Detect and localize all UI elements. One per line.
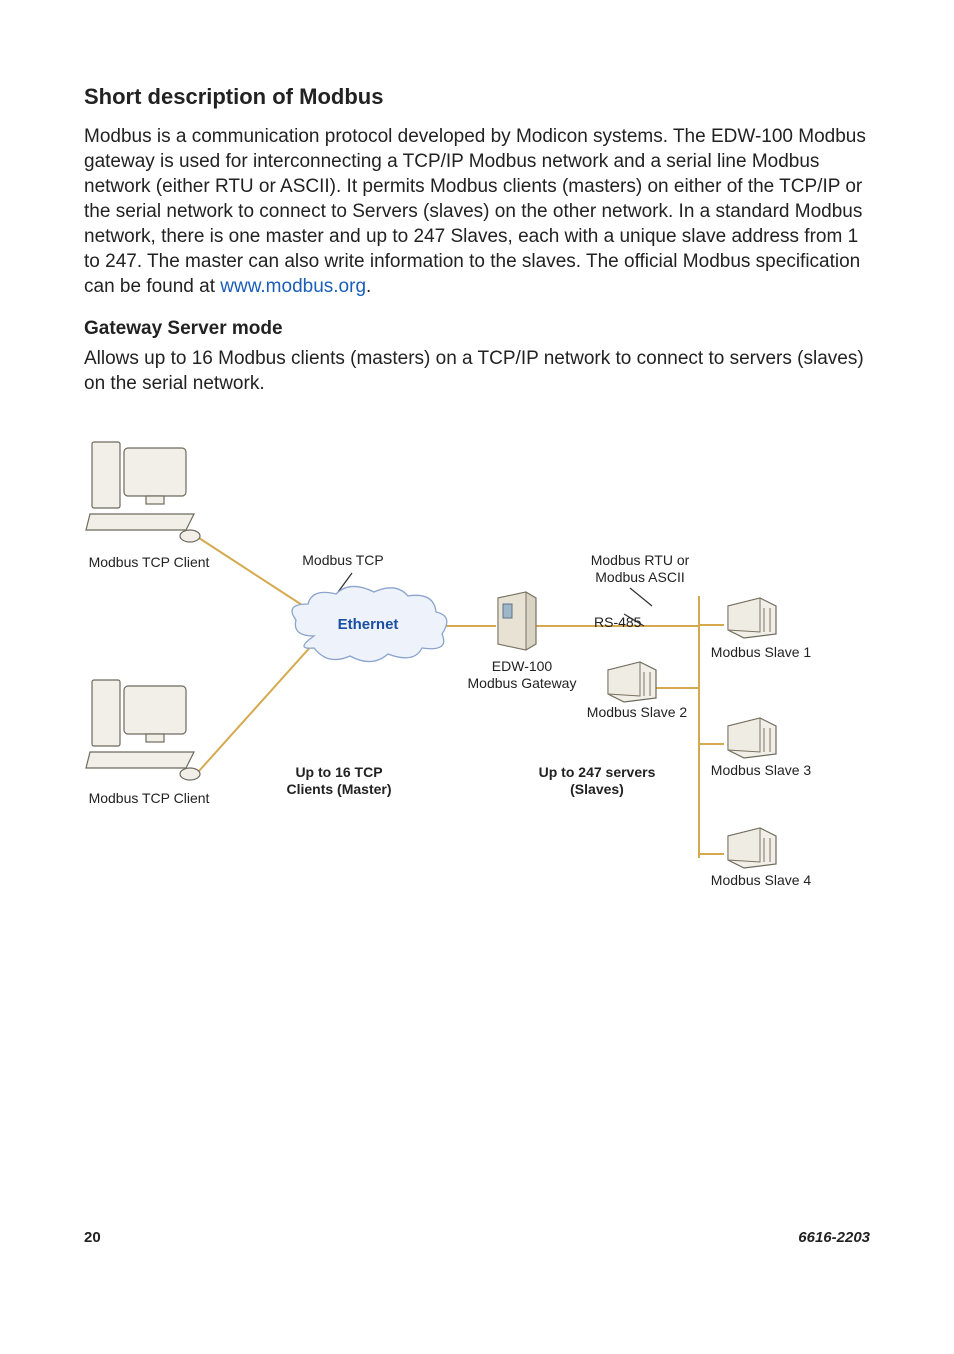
network-diagram: Ethernet Modbus TCP Client Modbus TCP Cl… xyxy=(84,436,870,956)
edw100-label-1: EDW-100 xyxy=(492,658,552,674)
client-top-label: Modbus TCP Client xyxy=(84,554,214,571)
section-paragraph: Modbus is a communication protocol devel… xyxy=(84,124,870,300)
slave-device-icon xyxy=(724,716,780,760)
section-heading: Short description of Modbus xyxy=(84,84,870,110)
slave1-label: Modbus Slave 1 xyxy=(706,644,816,661)
pc-icon xyxy=(86,436,206,546)
slave-device-icon xyxy=(604,660,660,704)
rtu-label-1: Modbus RTU or xyxy=(591,552,690,568)
pc-icon xyxy=(86,674,206,784)
ethernet-label: Ethernet xyxy=(284,616,452,633)
slave4-label: Modbus Slave 4 xyxy=(706,872,816,889)
subsection-paragraph: Allows up to 16 Modbus clients (masters)… xyxy=(84,346,870,396)
slave3-label: Modbus Slave 3 xyxy=(706,762,816,779)
body-text: Modbus is a communication protocol devel… xyxy=(84,126,866,297)
clients-label-2: Clients (Master) xyxy=(286,781,391,797)
rtu-label-2: Modbus ASCII xyxy=(595,569,685,585)
modbus-tcp-label: Modbus TCP xyxy=(294,552,392,569)
clients-label-1: Up to 16 TCP xyxy=(295,764,382,780)
rs485-label: RS-485 xyxy=(594,614,664,631)
gateway-icon xyxy=(492,592,540,650)
body-text-tail: . xyxy=(366,276,371,297)
modbus-org-link[interactable]: www.modbus.org xyxy=(220,276,366,297)
page-footer: 20 6616-2203 xyxy=(84,1229,870,1246)
edw100-label-2: Modbus Gateway xyxy=(468,675,577,691)
slave2-label: Modbus Slave 2 xyxy=(582,704,692,721)
subsection-heading: Gateway Server mode xyxy=(84,318,870,340)
client-bottom-label: Modbus TCP Client xyxy=(84,790,214,807)
slave-device-icon xyxy=(724,596,780,640)
ethernet-cloud: Ethernet xyxy=(284,586,452,666)
servers-label-1: Up to 247 servers xyxy=(539,764,656,780)
slave-device-icon xyxy=(724,826,780,870)
page-number: 20 xyxy=(84,1229,101,1246)
servers-label-2: (Slaves) xyxy=(570,781,624,797)
document-number: 6616-2203 xyxy=(798,1229,870,1246)
